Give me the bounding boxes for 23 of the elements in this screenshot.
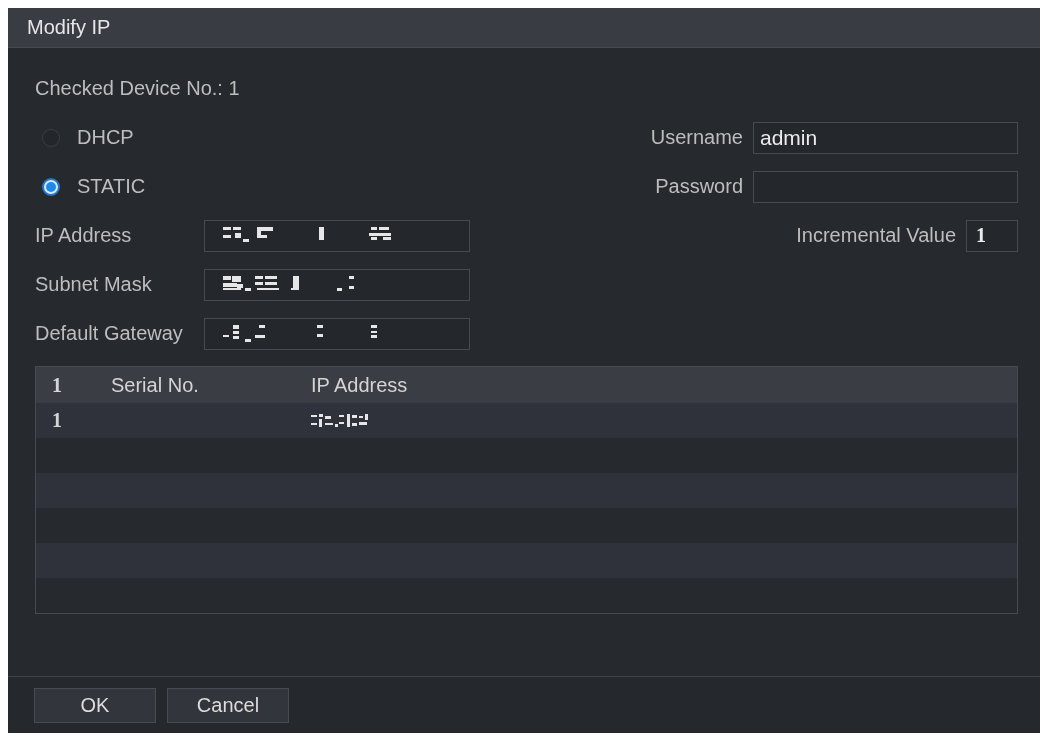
dialog-button[interactable]: OK xyxy=(34,687,156,723)
field-label: Default Gateway xyxy=(35,322,184,345)
text-field[interactable]: admin xyxy=(753,121,1018,154)
checked-device-count: Checked Device No.: 1 xyxy=(35,77,240,100)
field-label: Subnet Mask xyxy=(35,273,153,296)
ip-input-field[interactable] xyxy=(204,268,470,301)
field-label: Password xyxy=(655,175,743,198)
ip-input-field[interactable] xyxy=(204,317,470,350)
ip-input-field[interactable] xyxy=(204,219,470,252)
password-field[interactable] xyxy=(753,170,1018,203)
column-header: IP Address xyxy=(311,373,408,397)
table-cell-text: 1 xyxy=(51,409,63,432)
field-label: IP Address xyxy=(35,224,133,247)
window-title: Modify IP xyxy=(27,16,111,39)
radio-option[interactable]: DHCP xyxy=(42,126,134,149)
table-row[interactable]: 1 xyxy=(36,403,1017,438)
number-field[interactable]: 1 xyxy=(966,219,1018,252)
column-header: Serial No. xyxy=(111,373,200,397)
dialog-button[interactable]: Cancel xyxy=(167,687,289,723)
field-label: Incremental Value xyxy=(796,224,956,247)
column-header: 1 xyxy=(51,373,63,397)
radio-option[interactable]: STATIC xyxy=(42,175,146,198)
field-label: Username xyxy=(650,126,743,149)
